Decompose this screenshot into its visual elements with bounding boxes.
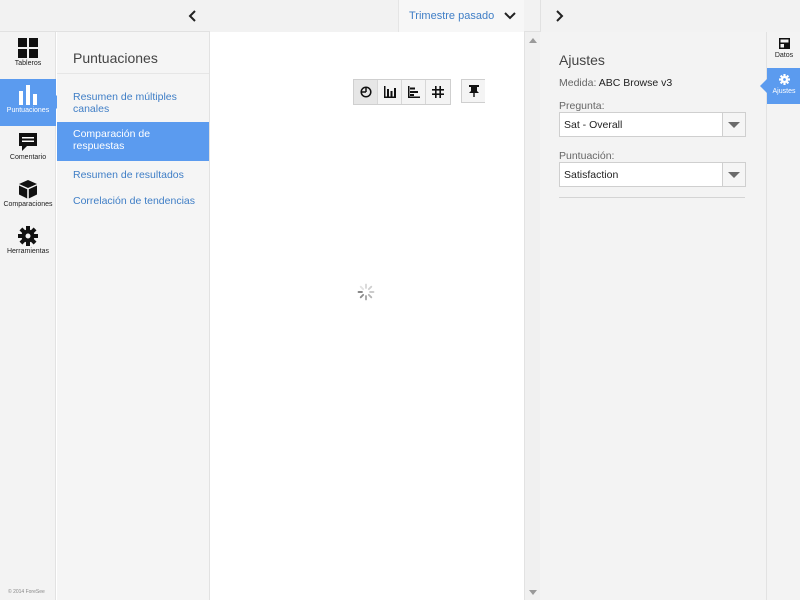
gear-icon bbox=[778, 74, 790, 85]
measure-key: Medida: bbox=[559, 77, 597, 89]
copyright-text: © 2014 ForeSee bbox=[8, 589, 45, 595]
score-select-value: Satisfaction bbox=[564, 169, 619, 181]
rail-item-label: Puntuaciones bbox=[6, 107, 50, 114]
measure-info: Medida: ABC Browse v3 bbox=[559, 77, 672, 89]
main-scrollbar[interactable] bbox=[524, 32, 540, 600]
date-range-dropdown[interactable]: Trimestre pasado bbox=[398, 0, 524, 32]
main-content bbox=[211, 32, 524, 600]
nav-list: Resumen de múltiples canales Comparación… bbox=[57, 90, 209, 213]
nav-item-results-summary[interactable]: Resumen de resultados bbox=[57, 161, 209, 187]
chevron-left-icon bbox=[188, 10, 196, 22]
settings-title: Ajustes bbox=[559, 52, 605, 68]
pie-chart-button[interactable] bbox=[354, 80, 378, 104]
pie-chart-icon bbox=[359, 86, 372, 98]
scroll-up-arrow-icon[interactable] bbox=[529, 38, 537, 43]
rail-item-label: Comparaciones bbox=[3, 201, 53, 208]
score-select[interactable]: Satisfaction bbox=[559, 162, 746, 187]
settings-divider bbox=[559, 197, 745, 198]
question-label: Pregunta: bbox=[559, 100, 605, 112]
nav-item-trend-correlation[interactable]: Correlación de tendencias bbox=[57, 187, 209, 213]
measure-value: ABC Browse v3 bbox=[598, 77, 673, 89]
question-select-value: Sat - Overall bbox=[564, 119, 623, 131]
column-chart-button[interactable] bbox=[378, 80, 402, 104]
pin-icon bbox=[468, 85, 479, 97]
chevron-down-icon bbox=[504, 12, 516, 20]
pin-button[interactable] bbox=[461, 79, 485, 103]
dropdown-arrow-icon bbox=[728, 121, 740, 128]
rail-item-label: Tableros bbox=[14, 60, 42, 67]
rail-item-label: Herramientas bbox=[6, 248, 49, 255]
right-rail-label: Datos bbox=[774, 52, 794, 59]
top-bar-right bbox=[540, 0, 800, 32]
rail-item-label: Comentario bbox=[9, 154, 47, 161]
data-icon bbox=[778, 38, 790, 49]
date-range-label: Trimestre pasado bbox=[409, 10, 495, 22]
rail-item-dashboards[interactable]: Tableros bbox=[0, 32, 56, 79]
chart-type-toolbar bbox=[353, 79, 485, 105]
collapse-nav-button[interactable] bbox=[180, 4, 206, 28]
question-select[interactable]: Sat - Overall bbox=[559, 112, 746, 137]
settings-panel: Ajustes Medida: ABC Browse v3 Pregunta: … bbox=[540, 32, 766, 600]
comment-icon bbox=[19, 133, 37, 151]
dropdown-arrow-icon bbox=[728, 171, 740, 178]
nav-panel-title: Puntuaciones bbox=[57, 32, 209, 74]
nav-item-multichannel-summary[interactable]: Resumen de múltiples canales bbox=[57, 90, 209, 122]
chart-type-group bbox=[353, 79, 451, 105]
rail-item-scores[interactable]: Puntuaciones bbox=[0, 79, 63, 126]
right-rail-label: Ajustes bbox=[772, 88, 796, 95]
rail-item-tools[interactable]: Herramientas bbox=[0, 220, 56, 267]
gear-icon bbox=[18, 226, 38, 246]
score-label: Puntuación: bbox=[559, 150, 615, 162]
column-chart-icon bbox=[383, 86, 396, 98]
grid-view-button[interactable] bbox=[426, 80, 450, 104]
horizontal-bar-button[interactable] bbox=[402, 80, 426, 104]
dashboard-icon bbox=[18, 38, 38, 58]
right-rail-item-settings[interactable]: Ajustes bbox=[760, 68, 800, 104]
horizontal-bar-icon bbox=[407, 86, 420, 98]
cube-icon bbox=[19, 180, 37, 199]
main-nav-rail: Tableros Puntuaciones Comentario Compara… bbox=[0, 32, 63, 600]
top-bar-left bbox=[0, 0, 210, 32]
scroll-down-arrow-icon[interactable] bbox=[529, 590, 537, 595]
nav-item-response-comparison[interactable]: Comparación de respuestas bbox=[57, 122, 209, 161]
right-rail-item-data[interactable]: Datos bbox=[767, 32, 800, 68]
chevron-right-icon bbox=[556, 10, 564, 22]
loading-spinner-icon bbox=[357, 283, 375, 301]
scores-nav-panel: Puntuaciones Resumen de múltiples canale… bbox=[57, 32, 210, 600]
right-rail: Datos Ajustes bbox=[760, 32, 800, 600]
rail-item-comparisons[interactable]: Comparaciones bbox=[0, 173, 56, 220]
top-bar: Trimestre pasado bbox=[0, 0, 800, 32]
question-select-toggle[interactable] bbox=[722, 113, 745, 136]
score-select-toggle[interactable] bbox=[722, 163, 745, 186]
rail-item-comments[interactable]: Comentario bbox=[0, 126, 56, 173]
expand-panel-button[interactable] bbox=[547, 4, 571, 28]
bar-chart-icon bbox=[19, 85, 37, 105]
grid-icon bbox=[432, 86, 444, 98]
